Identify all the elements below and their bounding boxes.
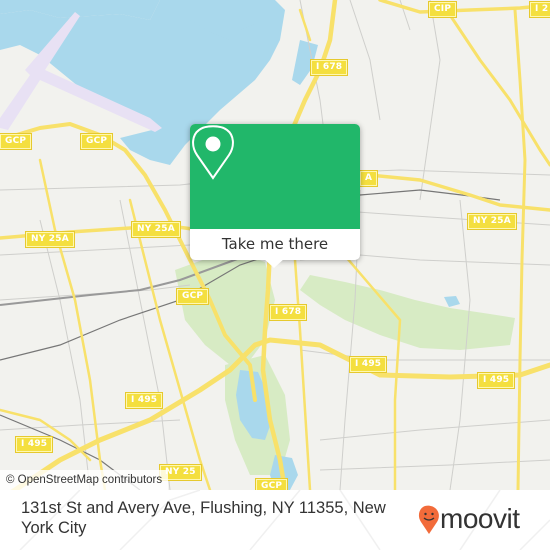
pond [444,296,460,307]
route-shield: I 495 [124,392,164,409]
route-shield: I 678 [309,59,349,76]
highway-arterial [298,8,312,42]
route-shield: I 495 [476,372,516,389]
route-shield: GCP [0,133,33,150]
route-shield: GCP [175,288,210,305]
route-shield: I 2 [528,1,550,18]
moovit-logo-icon [418,505,439,534]
map-view[interactable]: GCP GCP CIP I 678 NY 25A NY 25A NY 25A G… [0,0,550,490]
route-shield: CIP [427,1,458,18]
highway-cip [378,0,550,14]
address-text: 131st St and Avery Ave, Flushing, NY 113… [21,499,386,537]
popup-header [190,124,360,229]
map-attribution[interactable]: © OpenStreetMap contributors [0,470,169,490]
route-shield: NY 25A [25,231,75,248]
location-popup: Take me there [190,124,360,268]
highway-arterial [513,8,527,490]
route-shield: GCP [79,133,114,150]
route-shield: GCP [254,478,289,490]
route-shield: I 495 [348,356,388,373]
route-shield: I 678 [268,304,308,321]
route-shield: A [358,170,379,187]
route-shield: NY 25A [467,213,517,230]
take-me-there-button[interactable]: Take me there [190,229,360,260]
popup-pointer [263,258,285,268]
route-shield: I 495 [14,436,54,453]
highway-arterial [448,13,550,167]
location-pin-icon [192,125,234,180]
park-kissena [300,275,515,350]
route-shield: NY 25A [131,221,181,238]
park-corona [175,250,275,365]
moovit-brand: moovit [440,503,520,534]
